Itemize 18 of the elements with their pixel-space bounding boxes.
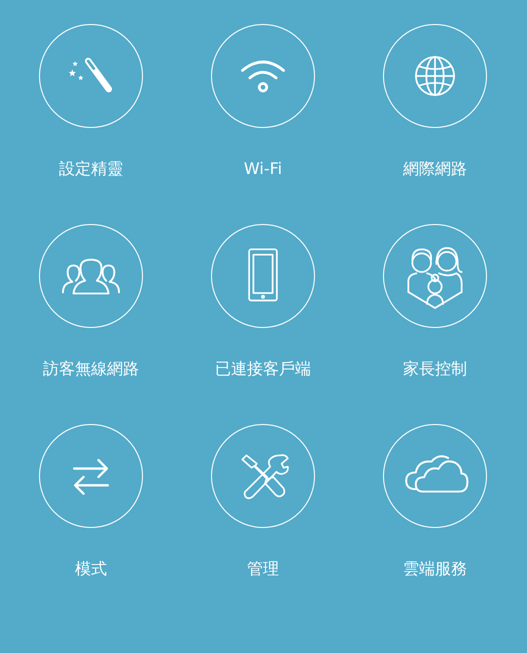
- feature-button[interactable]: [39, 24, 143, 128]
- feature-label: 設定精靈: [59, 159, 123, 179]
- feature-label: 網際網路: [403, 159, 467, 179]
- feature-button[interactable]: [211, 424, 315, 528]
- feature-label: 雲端服務: [403, 559, 467, 579]
- feature-label: 訪客無線網路: [43, 359, 139, 379]
- feature-button[interactable]: [383, 24, 487, 128]
- feature-label: 管理: [247, 559, 279, 579]
- feature-button[interactable]: [39, 424, 143, 528]
- feature-button[interactable]: [211, 224, 315, 328]
- feature-label: Wi-Fi: [244, 159, 282, 179]
- feature-label: 已連接客戶端: [215, 359, 311, 379]
- feature-button[interactable]: [211, 24, 315, 128]
- feature-button[interactable]: [383, 224, 487, 328]
- feature-label: 模式: [75, 559, 107, 579]
- feature-button[interactable]: [383, 424, 487, 528]
- feature-button[interactable]: [39, 224, 143, 328]
- feature-label: 家長控制: [403, 359, 467, 379]
